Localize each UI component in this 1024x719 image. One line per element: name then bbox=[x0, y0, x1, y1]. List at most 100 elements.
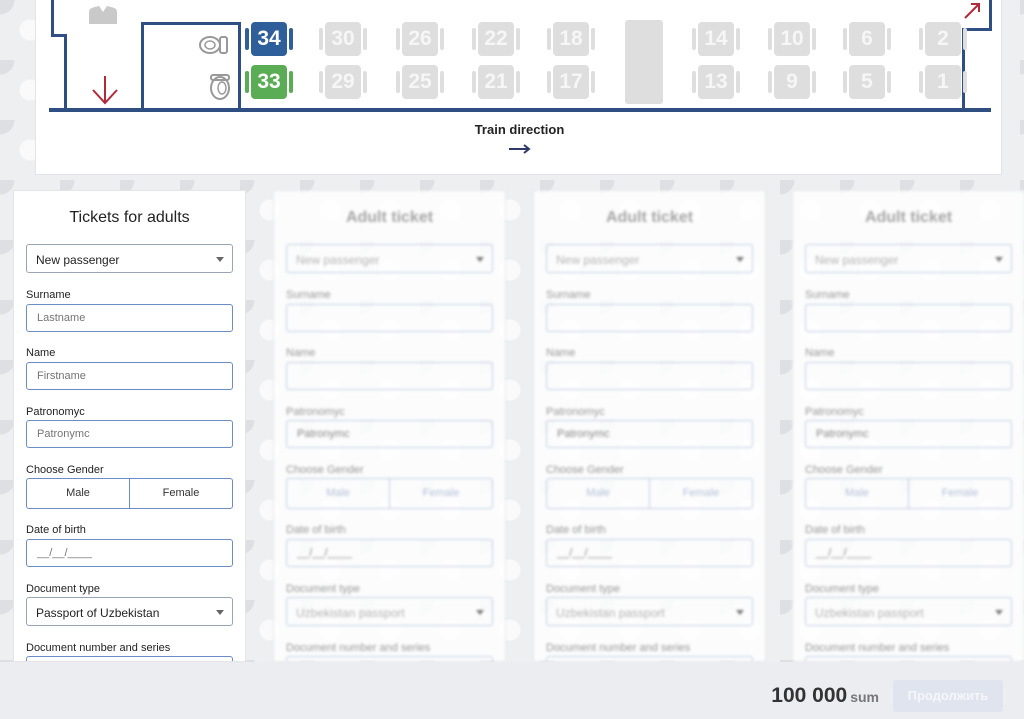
doc-type-select[interactable]: Uzbekistan passport bbox=[805, 597, 1012, 626]
surname-field[interactable] bbox=[26, 304, 233, 332]
chevron-down-icon bbox=[736, 257, 744, 262]
total-price: 100 000 sum bbox=[771, 684, 879, 708]
seat-34[interactable]: 34 bbox=[245, 22, 293, 56]
exit-arrow-icon bbox=[964, 3, 980, 19]
seat-6: 6 bbox=[843, 22, 891, 56]
seat-9: 9 bbox=[768, 65, 816, 99]
seat-14: 14 bbox=[692, 22, 740, 56]
chevron-down-icon bbox=[476, 610, 484, 615]
gender-female-button[interactable]: Female bbox=[129, 479, 232, 508]
doc-number-label: Document number and series bbox=[805, 642, 950, 654]
gender-toggle: Male Female bbox=[286, 478, 493, 509]
gender-male-button[interactable]: Male bbox=[547, 479, 649, 508]
doc-type-label: Document type bbox=[26, 583, 100, 595]
seat-33[interactable]: 33 bbox=[245, 65, 293, 99]
doc-type-select[interactable]: Uzbekistan passport bbox=[546, 597, 753, 626]
gender-label: Choose Gender bbox=[286, 464, 364, 476]
patronymic-field[interactable] bbox=[286, 420, 493, 448]
service-section bbox=[625, 20, 663, 104]
dob-label: Date of birth bbox=[805, 524, 865, 536]
form-title: Tickets for adults bbox=[69, 209, 190, 226]
toilet-icon bbox=[210, 74, 230, 100]
price-amount: 100 000 bbox=[771, 684, 848, 707]
gender-female-button[interactable]: Female bbox=[389, 479, 492, 508]
chevron-down-icon bbox=[995, 257, 1003, 262]
surname-field[interactable] bbox=[546, 304, 753, 332]
passenger-select[interactable]: New passenger bbox=[286, 244, 493, 273]
name-field[interactable] bbox=[546, 362, 753, 390]
continue-button[interactable]: Продолжить bbox=[893, 680, 1003, 712]
wagon-wall bbox=[989, 0, 992, 30]
chevron-down-icon bbox=[216, 257, 224, 262]
doc-number-label: Document number and series bbox=[546, 642, 691, 654]
form-title: Adult ticket bbox=[605, 209, 694, 226]
doc-type-value: Uzbekistan passport bbox=[296, 606, 405, 620]
seat-29: 29 bbox=[319, 65, 367, 99]
doc-number-label: Document number and series bbox=[26, 642, 171, 654]
passenger-select[interactable]: New passenger bbox=[26, 244, 233, 273]
seat-18: 18 bbox=[547, 22, 595, 56]
gender-male-button[interactable]: Male bbox=[27, 479, 129, 508]
passenger-select-value: New passenger bbox=[296, 253, 380, 267]
name-field[interactable] bbox=[26, 362, 233, 390]
wagon-wall bbox=[51, 0, 54, 35]
doc-type-label: Document type bbox=[805, 583, 879, 595]
seat-2: 2 bbox=[919, 22, 967, 56]
wagon-floor-line bbox=[49, 108, 991, 112]
toilet-icon bbox=[199, 36, 228, 54]
seat-30: 30 bbox=[319, 22, 367, 56]
arrow-right-icon bbox=[509, 144, 531, 154]
gender-male-button[interactable]: Male bbox=[287, 479, 389, 508]
patronymic-label: Patronomyc bbox=[26, 406, 85, 418]
gender-label: Choose Gender bbox=[805, 464, 883, 476]
passenger-select[interactable]: New passenger bbox=[546, 244, 753, 273]
seat-13: 13 bbox=[692, 65, 740, 99]
doc-type-value: Uzbekistan passport bbox=[815, 606, 924, 620]
dob-field[interactable] bbox=[26, 539, 233, 567]
passenger-form-2: Adult ticket New passenger Surname Name … bbox=[273, 190, 506, 662]
doc-type-label: Document type bbox=[546, 583, 620, 595]
conductor-icon bbox=[89, 6, 117, 24]
gender-female-button[interactable]: Female bbox=[649, 479, 752, 508]
dob-label: Date of birth bbox=[546, 524, 606, 536]
seat-10: 10 bbox=[768, 22, 816, 56]
name-field[interactable] bbox=[805, 362, 1012, 390]
form-title: Adult ticket bbox=[345, 209, 434, 226]
chevron-down-icon bbox=[216, 610, 224, 615]
gender-female-button[interactable]: Female bbox=[908, 479, 1011, 508]
patronymic-label: Patronomyc bbox=[546, 406, 605, 418]
name-field[interactable] bbox=[286, 362, 493, 390]
dob-label: Date of birth bbox=[286, 524, 346, 536]
price-currency: sum bbox=[850, 689, 879, 705]
name-label: Name bbox=[546, 347, 576, 359]
doc-type-select[interactable]: Uzbekistan passport bbox=[286, 597, 493, 626]
chevron-down-icon bbox=[736, 610, 744, 615]
passenger-select-value: New passenger bbox=[36, 253, 120, 267]
gender-male-button[interactable]: Male bbox=[806, 479, 908, 508]
wagon-wall bbox=[64, 34, 67, 110]
patronymic-label: Patronomyc bbox=[286, 406, 345, 418]
exit-arrow-icon bbox=[92, 76, 118, 105]
doc-number-label: Document number and series bbox=[286, 642, 431, 654]
patronymic-field[interactable] bbox=[546, 420, 753, 448]
name-label: Name bbox=[26, 347, 56, 359]
doc-type-select[interactable]: Passport of Uzbekistan bbox=[26, 597, 233, 626]
surname-field[interactable] bbox=[286, 304, 493, 332]
dob-field[interactable] bbox=[546, 539, 753, 567]
patronymic-field[interactable] bbox=[805, 420, 1012, 448]
surname-field[interactable] bbox=[805, 304, 1012, 332]
chevron-down-icon bbox=[995, 610, 1003, 615]
seat-1: 1 bbox=[919, 65, 967, 99]
surname-label: Surname bbox=[546, 289, 591, 301]
gender-toggle: Male Female bbox=[805, 478, 1012, 509]
seat-17: 17 bbox=[547, 65, 595, 99]
gender-toggle: Male Female bbox=[26, 478, 233, 509]
doc-type-value: Uzbekistan passport bbox=[556, 606, 665, 620]
wagon-scheme: 34 33 30 29 26 25 22 21 18 17 14 13 10 9 6 5 2 1 Train di… bbox=[35, 0, 1002, 175]
surname-label: Surname bbox=[26, 289, 71, 301]
passenger-select[interactable]: New passenger bbox=[805, 244, 1012, 273]
dob-field[interactable] bbox=[805, 539, 1012, 567]
seat-21: 21 bbox=[472, 65, 520, 99]
patronymic-field[interactable] bbox=[26, 420, 233, 448]
dob-field[interactable] bbox=[286, 539, 493, 567]
